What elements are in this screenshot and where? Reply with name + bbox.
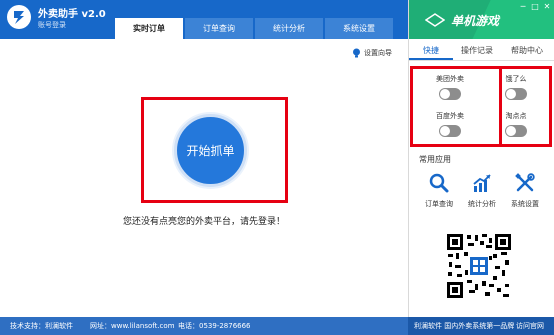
start-grab-orders-button[interactable]: 开始抓单 [174, 114, 247, 187]
app-label: 统计分析 [468, 200, 496, 208]
status-bar: 技术支持：利澜软件 网址：www.lilansoft.com 电话：0539-2… [0, 317, 554, 335]
setup-guide-link[interactable]: 设置向导 [352, 48, 392, 58]
visit-website-link[interactable]: 访问官网 [516, 321, 544, 331]
tab-shortcuts[interactable]: 快捷 [409, 41, 453, 60]
tab-order-query[interactable]: 订单查询 [185, 18, 253, 39]
chart-icon [473, 174, 491, 192]
platform-label: 淘点点 [505, 112, 527, 120]
window-controls: ─ □ ✕ [517, 2, 553, 12]
support-text: 技术支持：利澜软件 [10, 322, 73, 330]
login-hint-text: 您还没有点亮您的外卖平台，请先登录！ [122, 217, 285, 227]
account-link[interactable]: 账号登录 [38, 20, 66, 30]
main-tabs: 实时订单 订单查询 统计分析 系统设置 [115, 18, 395, 39]
platform-meituan: 美团外卖 [425, 74, 475, 102]
tab-help-center[interactable]: 帮助中心 [501, 41, 553, 60]
phone-text: 电话：0539-2876666 [178, 322, 251, 330]
platform-label: 饿了么 [505, 75, 527, 83]
maximize-button[interactable]: □ [529, 2, 541, 12]
qr-code-image [445, 232, 513, 300]
app-window: 外卖助手 v2.0 账号登录 实时订单 订单查询 统计分析 系统设置 设置向导 … [0, 0, 554, 335]
tab-system-settings[interactable]: 系统设置 [325, 18, 393, 39]
search-icon [429, 173, 449, 193]
platform-label: 百度外卖 [436, 112, 464, 120]
eleme-toggle[interactable] [505, 88, 527, 100]
app-order-query[interactable]: 订单查询 [417, 173, 461, 209]
brand-text: 利澜软件 国内外卖系统第一品牌 [414, 322, 515, 330]
app-system-settings[interactable]: 系统设置 [503, 173, 547, 209]
app-statistics[interactable]: 统计分析 [460, 173, 504, 209]
platform-label: 美团外卖 [436, 75, 464, 83]
taodiandian-toggle[interactable] [505, 125, 527, 137]
tab-statistics[interactable]: 统计分析 [255, 18, 323, 39]
app-title: 外卖助手 v2.0 [38, 9, 106, 20]
app-label: 订单查询 [425, 200, 453, 208]
baidu-toggle[interactable] [439, 125, 461, 137]
header-bar: 外卖助手 v2.0 账号登录 实时订单 订单查询 统计分析 系统设置 [0, 0, 408, 39]
common-apps-title: 常用应用 [419, 155, 451, 164]
ad-banner[interactable]: 单机游戏 ─ □ ✕ [409, 0, 554, 39]
meituan-toggle[interactable] [439, 88, 461, 100]
platform-taodiandian: 淘点点 [491, 111, 541, 139]
tools-icon [515, 173, 535, 192]
right-panel: 单机游戏 ─ □ ✕ 快捷 操作记录 帮助中心 美团外卖 饿了么 百度外卖 淘点… [408, 0, 554, 317]
setup-guide-label: 设置向导 [364, 49, 392, 57]
logo-icon [7, 5, 31, 29]
game-logo-icon [425, 13, 445, 27]
tab-operation-log[interactable]: 操作记录 [453, 41, 501, 60]
minimize-button[interactable]: ─ [517, 2, 529, 12]
platform-baidu: 百度外卖 [425, 111, 475, 139]
banner-text: 单机游戏 [451, 14, 500, 28]
tab-realtime-orders[interactable]: 实时订单 [115, 18, 183, 39]
app-label: 系统设置 [511, 200, 539, 208]
platform-eleme: 饿了么 [491, 74, 541, 102]
right-tabs: 快捷 操作记录 帮助中心 [409, 41, 554, 61]
website-text: 网址：www.lilansoft.com [90, 322, 175, 330]
lightbulb-icon [353, 48, 360, 58]
close-button[interactable]: ✕ [541, 2, 553, 12]
